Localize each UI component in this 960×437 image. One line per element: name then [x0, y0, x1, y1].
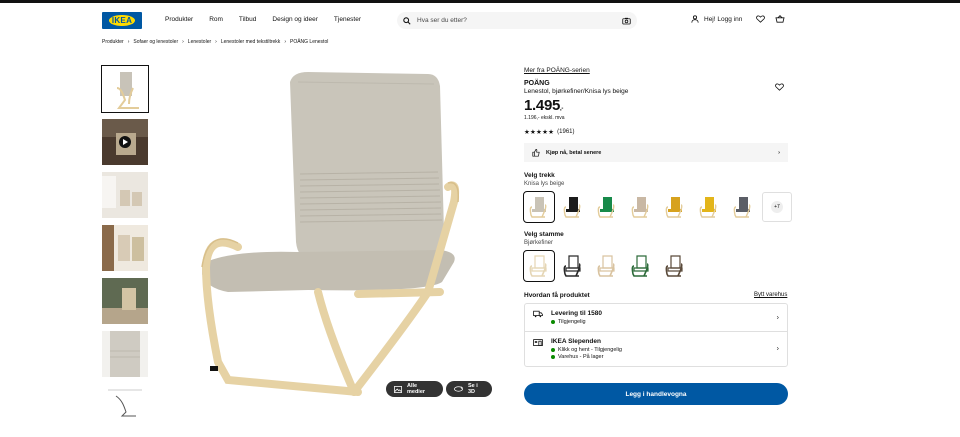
- store-title: IKEA Slependen: [551, 338, 601, 345]
- favorites-heart-icon[interactable]: [756, 15, 765, 23]
- chevron-right-icon: ›: [284, 39, 286, 45]
- thumbnail-dimensions[interactable]: [102, 384, 148, 430]
- thumbnail-video[interactable]: [102, 119, 148, 165]
- price-value: 1.495: [524, 97, 561, 114]
- frame-swatch[interactable]: [558, 251, 588, 281]
- frame-swatch[interactable]: [660, 251, 690, 281]
- chevron-right-icon: ›: [776, 345, 779, 353]
- breadcrumb-item[interactable]: Lenestoler: [188, 39, 211, 45]
- search-placeholder: Hva ser du etter?: [417, 17, 467, 24]
- user-icon: [691, 15, 699, 23]
- ikea-logo[interactable]: IKEA: [102, 12, 142, 29]
- main-nav: Produkter Rom Tilbud Design og ideer Tje…: [165, 16, 361, 23]
- frame-swatch[interactable]: [523, 250, 555, 282]
- breadcrumb-item[interactable]: Sofaer og lenestoler: [133, 39, 178, 45]
- chevron-right-icon: ›: [182, 39, 184, 45]
- more-covers-count: +7: [771, 201, 783, 213]
- rating-stars: ★★★★★: [524, 129, 555, 136]
- nav-design[interactable]: Design og ideer: [272, 16, 318, 23]
- status-dot-green: [551, 320, 555, 324]
- klarna-text: Kjøp nå, betal senere: [546, 149, 602, 156]
- cover-swatch[interactable]: [694, 192, 724, 222]
- cover-swatches: +7: [523, 191, 792, 223]
- thumbnail-cushion-detail[interactable]: [102, 331, 148, 377]
- chevron-right-icon: ›: [127, 39, 130, 45]
- series-link[interactable]: Mer fra POÄNG-serien: [524, 67, 590, 74]
- thumbs-up-icon: [532, 148, 540, 157]
- store-line1: Klikk og hent - Tilgjengelig: [558, 347, 622, 353]
- nav-rom[interactable]: Rom: [209, 16, 223, 23]
- add-to-favorites-heart-icon[interactable]: [775, 83, 784, 91]
- cover-swatch[interactable]: [626, 192, 656, 222]
- frame-swatches: [523, 250, 690, 282]
- cover-swatch[interactable]: [660, 192, 690, 222]
- breadcrumb-item[interactable]: Lenestoler med tekstiltrekk: [221, 39, 280, 45]
- cover-swatch[interactable]: [558, 192, 588, 222]
- price-suffix: ,-: [560, 106, 564, 112]
- search-icon: [403, 16, 411, 25]
- thumbnail-list: [101, 65, 149, 437]
- thumbnail-room-1[interactable]: [102, 172, 148, 218]
- price-ex-vat: 1.196,- ekskl. mva: [524, 115, 565, 121]
- all-media-label: Alle medier: [407, 383, 426, 395]
- frame-selected: Bjørkefiner: [524, 240, 554, 246]
- view-3d-button[interactable]: Se i 3D: [446, 381, 492, 397]
- view-3d-label: Se i 3D: [468, 383, 478, 395]
- shipping-row[interactable]: Levering til 1580 Tilgjengelig ›: [525, 304, 787, 331]
- shipping-title: Levering til 1580: [551, 310, 602, 317]
- nav-produkter[interactable]: Produkter: [165, 16, 193, 23]
- search-input[interactable]: Hva ser du etter?: [397, 12, 637, 29]
- truck-icon: [533, 310, 543, 318]
- klarna-banner[interactable]: Kjøp nå, betal senere ›: [524, 143, 788, 162]
- product-main-image[interactable]: [158, 62, 508, 402]
- thumbnail-room-3[interactable]: [102, 278, 148, 324]
- shipping-status: Tilgjengelig: [558, 319, 586, 325]
- change-store-link[interactable]: Bytt varehus: [754, 292, 787, 298]
- top-black-strip: [0, 0, 960, 3]
- delivery-title: Hvordan få produktet: [524, 292, 590, 299]
- nav-tjenester[interactable]: Tjenester: [334, 16, 361, 23]
- rating-count: (1961): [557, 129, 575, 135]
- rating[interactable]: ★★★★★ (1961): [524, 128, 574, 136]
- thumbnail-room-2[interactable]: [102, 225, 148, 271]
- add-to-cart-button[interactable]: Legg i handlevogna: [524, 383, 788, 405]
- login-link[interactable]: Hej! Logg inn: [691, 15, 742, 23]
- breadcrumb: Produkter › Sofaer og lenestoler › Lenesto…: [102, 39, 328, 45]
- logo-text: IKEA: [108, 15, 136, 26]
- store-row[interactable]: IKEA Slependen Klikk og hent - Tilgjenge…: [525, 331, 787, 366]
- product-name: POÄNG: [524, 80, 550, 87]
- login-label: Hej! Logg inn: [704, 15, 743, 23]
- frame-title: Velg stamme: [524, 231, 564, 238]
- store-icon: [533, 338, 543, 346]
- shopping-basket-icon[interactable]: [775, 15, 785, 23]
- chevron-right-icon: ›: [778, 149, 780, 156]
- price: 1.495,-: [524, 97, 563, 114]
- frame-swatch[interactable]: [592, 251, 622, 281]
- delivery-box: Levering til 1580 Tilgjengelig › IKEA Sl…: [524, 303, 788, 367]
- product-description: Lenestol, bjørkefiner/Knisa lys beige: [524, 88, 629, 95]
- more-covers-button[interactable]: +7: [762, 192, 792, 222]
- 3d-icon: [454, 386, 463, 392]
- cover-swatch[interactable]: [728, 192, 758, 222]
- all-media-button[interactable]: Alle medier: [386, 381, 443, 397]
- breadcrumb-current: POÄNG Lenestol: [289, 39, 329, 45]
- status-dot-green: [551, 355, 555, 359]
- chevron-right-icon: ›: [215, 39, 217, 45]
- nav-tilbud[interactable]: Tilbud: [239, 16, 256, 23]
- cover-swatch[interactable]: [592, 192, 622, 222]
- camera-icon[interactable]: [622, 17, 631, 25]
- gallery-icon: [394, 385, 402, 393]
- thumbnail-chair-front[interactable]: [101, 65, 149, 113]
- cover-swatch[interactable]: [523, 191, 555, 223]
- frame-swatch[interactable]: [626, 251, 656, 281]
- store-line2: Varehus - På lager: [558, 354, 604, 360]
- cover-title: Velg trekk: [524, 172, 555, 179]
- breadcrumb-item[interactable]: Produkter: [102, 39, 124, 45]
- cover-selected: Knisa lys beige: [524, 181, 565, 187]
- status-dot-green: [551, 348, 555, 352]
- chevron-right-icon: ›: [776, 314, 779, 321]
